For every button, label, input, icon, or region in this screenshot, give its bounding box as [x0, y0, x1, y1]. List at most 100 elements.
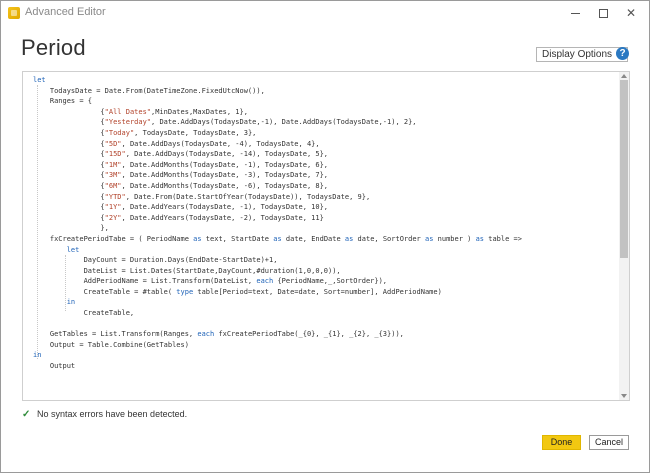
code-token: {	[33, 213, 105, 222]
code-line: CreateTable = #table( type table[Period=…	[33, 287, 618, 298]
scroll-down-icon[interactable]	[621, 394, 627, 398]
code-line: DayCount = Duration.Days(EndDate-StartDa…	[33, 255, 618, 266]
code-token: table =>	[484, 234, 522, 243]
code-line: TodaysDate = Date.From(DateTimeZone.Fixe…	[33, 86, 618, 97]
display-options-dropdown[interactable]: Display Options	[536, 47, 629, 62]
code-keyword: as	[475, 234, 485, 243]
code-token: DayCount = Duration.Days(EndDate-StartDa…	[33, 256, 278, 265]
code-token: DateList = List.Dates(StartDate,DayCount…	[33, 266, 341, 275]
syntax-status: ✓ No syntax errors have been detected.	[22, 409, 187, 421]
window-title: Advanced Editor	[25, 6, 106, 18]
code-string: "2Y"	[104, 213, 122, 222]
code-keyword: each	[256, 277, 274, 286]
code-token: , Date.AddMonths(TodaysDate, -3), Todays…	[121, 171, 329, 180]
code-token: {	[33, 203, 105, 212]
code-line: in	[33, 350, 618, 361]
code-token: ,MinDates,MaxDates, 1},	[151, 107, 248, 116]
code-line: {"All Dates",MinDates,MaxDates, 1},	[33, 107, 618, 118]
code-text[interactable]: let TodaysDate = Date.From(DateTimeZone.…	[33, 75, 618, 372]
code-line: {"1M", Date.AddMonths(TodaysDate, -1), T…	[33, 160, 618, 171]
code-token: CreateTable,	[33, 309, 135, 318]
code-line: DateList = List.Dates(StartDate,DayCount…	[33, 266, 618, 277]
code-token: GetTables = List.Transform(Ranges,	[33, 330, 198, 339]
scrollbar-thumb[interactable]	[620, 80, 628, 258]
code-token: , Date.From(Date.StartOfYear(TodaysDate)…	[125, 192, 371, 201]
display-options-label: Display Options	[542, 49, 613, 60]
code-string: "15D"	[104, 150, 126, 159]
code-token: Output = Table.Combine(GetTables)	[33, 340, 189, 349]
code-line: {"6M", Date.AddMonths(TodaysDate, -6), T…	[33, 181, 618, 192]
code-line: {"Yesterday", Date.AddDays(TodaysDate,-1…	[33, 117, 618, 128]
code-token: CreateTable = #table(	[33, 287, 177, 296]
code-line: {"Today", TodaysDate, TodaysDate, 3},	[33, 128, 618, 139]
code-keyword: as	[193, 234, 202, 243]
code-token: , Date.AddMonths(TodaysDate, -1), Todays…	[121, 160, 329, 169]
title-bar: Advanced Editor ✕	[1, 1, 649, 25]
code-string: "6M"	[104, 181, 122, 190]
code-token: table[Period=text, Date=date, Sort=numbe…	[193, 287, 442, 296]
code-line: {"YTD", Date.From(Date.StartOfYear(Today…	[33, 192, 618, 203]
code-keyword: in	[33, 351, 42, 360]
code-token: {	[33, 171, 105, 180]
advanced-editor-window: Advanced Editor ✕ Period Display Options…	[0, 0, 650, 473]
code-token: {PeriodName,_,SortOrder}),	[273, 277, 388, 286]
code-token: {	[33, 181, 105, 190]
code-token: {	[33, 192, 105, 201]
code-line: AddPeriodName = List.Transform(DateList,…	[33, 276, 618, 287]
code-string: "1M"	[104, 160, 122, 169]
code-string: "5D"	[104, 139, 122, 148]
done-button[interactable]: Done	[542, 435, 581, 450]
code-line: let	[33, 245, 618, 256]
code-token: {	[33, 107, 105, 116]
code-line: CreateTable,	[33, 308, 618, 319]
page-title: Period	[21, 35, 86, 60]
code-token: },	[33, 224, 109, 233]
code-string: "1Y"	[104, 203, 122, 212]
code-string: "Yesterday"	[104, 118, 152, 127]
code-token: Output	[33, 362, 76, 371]
code-string: "3M"	[104, 171, 122, 180]
code-token: , Date.AddDays(TodaysDate, -4), TodaysDa…	[121, 139, 320, 148]
code-line: Ranges = {	[33, 96, 618, 107]
power-bi-app-icon	[8, 7, 20, 19]
code-token: , Date.AddYears(TodaysDate, -1), TodaysD…	[121, 203, 329, 212]
checkmark-icon: ✓	[22, 409, 31, 420]
status-message: No syntax errors have been detected.	[37, 409, 188, 419]
code-token: , Date.AddDays(TodaysDate,-1), Date.AddD…	[151, 118, 417, 127]
vertical-scrollbar[interactable]	[619, 72, 629, 400]
code-token: fxCreatePeriodTabe(_{0}, _{1}, _{2}, _{3…	[214, 330, 404, 339]
code-editor[interactable]: let TodaysDate = Date.From(DateTimeZone.…	[22, 71, 630, 401]
scroll-up-icon[interactable]	[621, 74, 627, 78]
code-line: },	[33, 223, 618, 234]
code-keyword: type	[176, 287, 194, 296]
code-line: fxCreatePeriodTabe = ( PeriodName as tex…	[33, 234, 618, 245]
close-button[interactable]: ✕	[617, 3, 645, 23]
maximize-icon	[598, 9, 608, 19]
help-icon[interactable]: ?	[616, 47, 629, 60]
code-line: Output	[33, 361, 618, 372]
code-token: number )	[433, 234, 476, 243]
code-keyword: each	[197, 330, 215, 339]
code-line: {"5D", Date.AddDays(TodaysDate, -4), Tod…	[33, 139, 618, 150]
code-token: fxCreatePeriodTabe = ( PeriodName	[33, 234, 194, 243]
code-line: {"2Y", Date.AddYears(TodaysDate, -2), To…	[33, 213, 618, 224]
code-token: Ranges = {	[33, 97, 93, 106]
code-token: {	[33, 150, 105, 159]
minimize-button[interactable]	[561, 3, 589, 23]
code-line: {"15D", Date.AddDays(TodaysDate, -14), T…	[33, 149, 618, 160]
code-string: "YTD"	[104, 192, 126, 201]
code-token: {	[33, 160, 105, 169]
code-keyword: as	[273, 234, 282, 243]
code-keyword: let	[66, 245, 80, 254]
code-token: date, SortOrder	[353, 234, 425, 243]
code-string: "Today"	[104, 128, 135, 137]
code-token: AddPeriodName = List.Transform(DateList,	[33, 277, 257, 286]
code-keyword: in	[66, 298, 76, 307]
code-token: {	[33, 128, 105, 137]
code-token: text, StartDate	[201, 234, 274, 243]
cancel-button[interactable]: Cancel	[589, 435, 629, 450]
maximize-button[interactable]	[589, 3, 617, 23]
code-token: , Date.AddMonths(TodaysDate, -6), Todays…	[121, 181, 329, 190]
